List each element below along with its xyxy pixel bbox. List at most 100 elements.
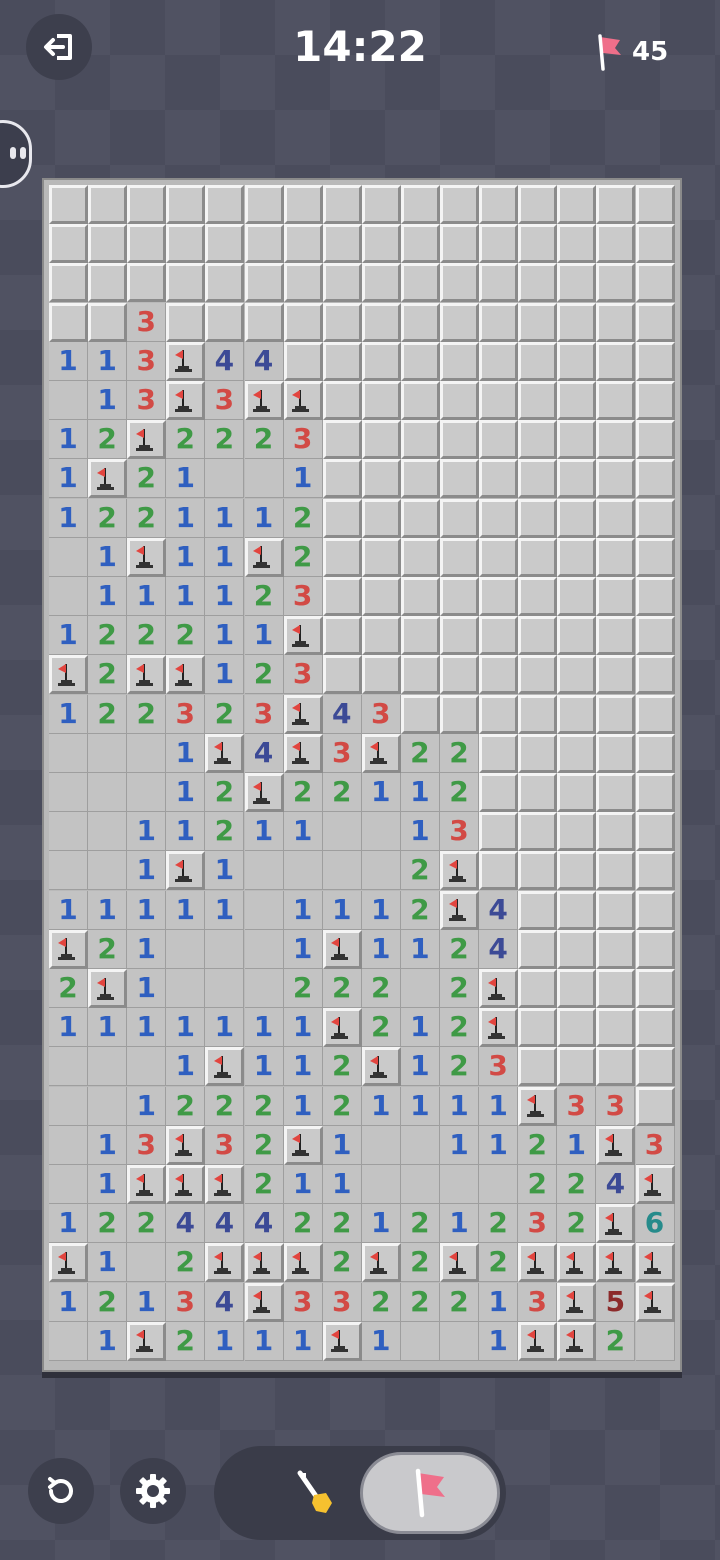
covered-cell[interactable] <box>440 498 479 538</box>
covered-cell[interactable] <box>440 537 479 577</box>
number-cell[interactable]: 2 <box>88 1282 128 1322</box>
number-cell[interactable]: 2 <box>283 1204 323 1244</box>
number-cell[interactable]: 2 <box>440 1047 479 1087</box>
covered-cell[interactable] <box>596 694 636 734</box>
covered-cell[interactable] <box>440 185 479 224</box>
number-cell[interactable]: 2 <box>596 1321 636 1361</box>
covered-cell[interactable] <box>127 224 167 264</box>
number-cell[interactable]: 1 <box>127 929 167 969</box>
covered-cell[interactable] <box>88 224 128 264</box>
empty-cell[interactable] <box>166 929 206 969</box>
number-cell[interactable]: 1 <box>361 1086 401 1126</box>
empty-cell[interactable] <box>49 537 88 577</box>
number-cell[interactable]: 1 <box>166 773 206 812</box>
number-cell[interactable]: 1 <box>49 420 88 460</box>
covered-cell[interactable] <box>479 185 519 224</box>
number-cell[interactable]: 3 <box>322 733 362 773</box>
number-cell[interactable]: 3 <box>205 1125 245 1165</box>
number-cell[interactable]: 2 <box>127 498 167 538</box>
covered-cell[interactable] <box>440 655 479 695</box>
number-cell[interactable]: 1 <box>283 1008 323 1048</box>
number-cell[interactable]: 1 <box>361 929 401 969</box>
empty-cell[interactable] <box>49 851 88 891</box>
number-cell[interactable]: 2 <box>283 773 323 812</box>
flagged-cell[interactable] <box>244 1243 284 1283</box>
covered-cell[interactable] <box>518 890 558 930</box>
covered-cell[interactable] <box>557 185 597 224</box>
number-cell[interactable]: 1 <box>205 890 245 930</box>
empty-cell[interactable] <box>127 1047 167 1087</box>
number-cell[interactable]: 1 <box>283 1047 323 1087</box>
covered-cell[interactable] <box>322 459 362 499</box>
covered-cell[interactable] <box>49 224 88 264</box>
empty-cell[interactable] <box>322 812 362 852</box>
number-cell[interactable]: 1 <box>283 459 323 499</box>
covered-cell[interactable] <box>557 459 597 499</box>
empty-cell[interactable] <box>244 929 284 969</box>
covered-cell[interactable] <box>596 733 636 773</box>
number-cell[interactable]: 2 <box>166 616 206 656</box>
number-cell[interactable]: 3 <box>361 694 401 734</box>
flagged-cell[interactable] <box>635 1243 675 1283</box>
covered-cell[interactable] <box>440 616 479 656</box>
covered-cell[interactable] <box>166 224 206 264</box>
covered-cell[interactable] <box>440 577 479 616</box>
number-cell[interactable]: 3 <box>440 812 479 852</box>
covered-cell[interactable] <box>49 302 88 342</box>
covered-cell[interactable] <box>400 224 440 264</box>
covered-cell[interactable] <box>557 302 597 342</box>
number-cell[interactable]: 2 <box>88 420 128 460</box>
covered-cell[interactable] <box>440 459 479 499</box>
number-cell[interactable]: 2 <box>440 773 479 812</box>
covered-cell[interactable] <box>596 577 636 616</box>
number-cell[interactable]: 1 <box>127 577 167 616</box>
empty-cell[interactable] <box>400 969 440 1008</box>
covered-cell[interactable] <box>635 812 675 852</box>
covered-cell[interactable] <box>166 302 206 342</box>
number-cell[interactable]: 1 <box>205 1321 245 1361</box>
number-cell[interactable]: 1 <box>440 1086 479 1126</box>
number-cell[interactable]: 1 <box>283 1321 323 1361</box>
covered-cell[interactable] <box>557 341 597 381</box>
covered-cell[interactable] <box>635 341 675 381</box>
number-cell[interactable]: 2 <box>400 733 440 773</box>
number-cell[interactable]: 1 <box>400 1008 440 1048</box>
covered-cell[interactable] <box>479 773 519 812</box>
number-cell[interactable]: 1 <box>127 851 167 891</box>
empty-cell[interactable] <box>244 890 284 930</box>
covered-cell[interactable] <box>557 381 597 420</box>
covered-cell[interactable] <box>205 302 245 342</box>
number-cell[interactable]: 1 <box>322 890 362 930</box>
number-cell[interactable]: 4 <box>479 929 519 969</box>
flagged-cell[interactable] <box>127 655 167 695</box>
number-cell[interactable]: 2 <box>205 773 245 812</box>
covered-cell[interactable] <box>322 537 362 577</box>
number-cell[interactable]: 1 <box>283 812 323 852</box>
number-cell[interactable]: 2 <box>127 616 167 656</box>
flagged-cell[interactable] <box>518 1086 558 1126</box>
number-cell[interactable]: 2 <box>166 1243 206 1283</box>
covered-cell[interactable] <box>635 1047 675 1087</box>
covered-cell[interactable] <box>49 185 88 224</box>
flagged-cell[interactable] <box>244 773 284 812</box>
number-cell[interactable]: 1 <box>479 1282 519 1322</box>
number-cell[interactable]: 1 <box>166 537 206 577</box>
covered-cell[interactable] <box>596 773 636 812</box>
empty-cell[interactable] <box>127 1243 167 1283</box>
covered-cell[interactable] <box>518 851 558 891</box>
number-cell[interactable]: 2 <box>127 459 167 499</box>
number-cell[interactable]: 3 <box>166 694 206 734</box>
covered-cell[interactable] <box>244 263 284 303</box>
covered-cell[interactable] <box>400 381 440 420</box>
covered-cell[interactable] <box>518 537 558 577</box>
flagged-cell[interactable] <box>361 1243 401 1283</box>
covered-cell[interactable] <box>635 381 675 420</box>
covered-cell[interactable] <box>518 224 558 264</box>
number-cell[interactable]: 2 <box>244 420 284 460</box>
covered-cell[interactable] <box>557 851 597 891</box>
empty-cell[interactable] <box>440 1321 479 1361</box>
covered-cell[interactable] <box>557 1008 597 1048</box>
flagged-cell[interactable] <box>127 420 167 460</box>
number-cell[interactable]: 4 <box>244 733 284 773</box>
number-cell[interactable]: 1 <box>479 1125 519 1165</box>
